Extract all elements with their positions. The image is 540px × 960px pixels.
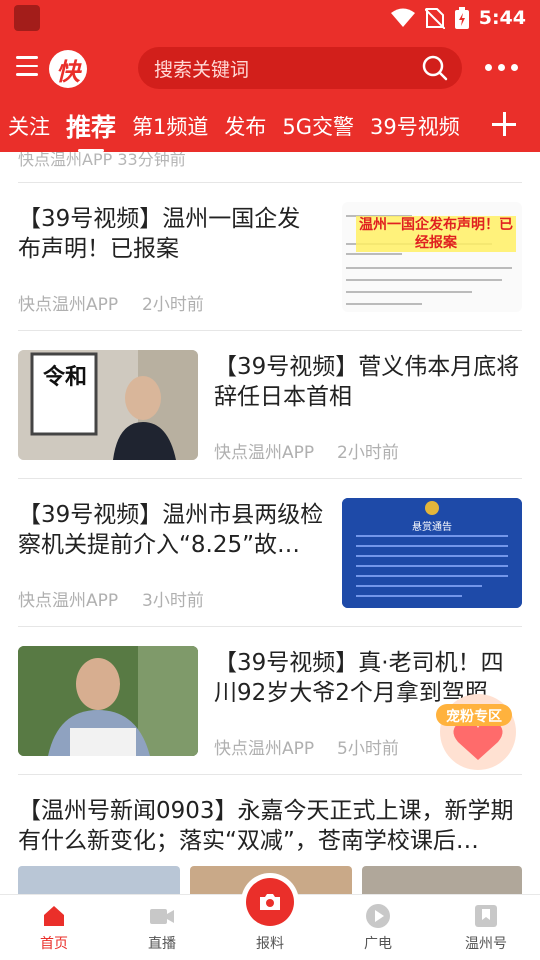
nav-home-label: 首页 (40, 936, 68, 952)
nav-home[interactable]: 首页 (0, 895, 108, 960)
divider (18, 478, 522, 479)
status-time: 5:44 (478, 7, 526, 29)
app-header: 快 搜索关键词 (0, 36, 540, 100)
tab-publish[interactable]: 发布 (224, 111, 266, 141)
no-sim-icon (424, 8, 445, 29)
divider (18, 774, 522, 775)
news-thumbnail: 温州一国企发布声明！已经报案 (342, 202, 522, 312)
app-notification-icon (14, 5, 40, 31)
report-camera-button[interactable] (246, 878, 294, 926)
wifi-icon (390, 8, 415, 27)
thumbnail-caption: 温州一国企发布声明！已经报案 (356, 216, 516, 252)
nav-report-label: 报料 (256, 936, 284, 952)
news-title: 【温州号新闻0903】永嘉今天正式上课，新学期有什么新变化；落实“双减”，苍南学… (18, 798, 514, 854)
news-title: 【39号视频】温州市县两级检察机关提前介入“8.25”故… (18, 502, 324, 558)
news-source: 快点温州APP (214, 739, 315, 759)
news-time: 3小时前 (142, 591, 204, 611)
play-icon (366, 904, 390, 928)
divider (18, 330, 522, 331)
partial-item-meta: 快点温州APP 33分钟前 (18, 152, 186, 169)
news-thumbnail (362, 866, 522, 894)
divider (18, 626, 522, 627)
divider (18, 182, 522, 183)
news-source: 快点温州APP (18, 591, 119, 611)
tab-follow[interactable]: 关注 (8, 111, 50, 141)
fan-zone-badge[interactable]: 宠粉专区 (434, 690, 518, 774)
bookmark-icon (475, 905, 497, 927)
more-icon[interactable] (485, 64, 518, 71)
news-thumbnail (18, 866, 180, 894)
nav-live-label: 直播 (148, 936, 176, 952)
news-thumbnail: 令和 (18, 350, 198, 460)
nav-broadcast-label: 广电 (364, 936, 392, 952)
news-time: 2小时前 (337, 443, 399, 463)
tab-channel-1[interactable]: 第1频道 (132, 111, 208, 141)
news-source: 快点温州APP (18, 295, 119, 315)
news-thumbnail (18, 646, 198, 756)
news-time: 5小时前 (337, 739, 399, 759)
nav-live[interactable]: 直播 (108, 895, 216, 960)
tab-recommend[interactable]: 推荐 (66, 108, 116, 152)
channel-tabs: 关注 推荐 第1频道 发布 5G交警 39号视频 (0, 100, 540, 152)
nav-broadcast[interactable]: 广电 (324, 895, 432, 960)
news-title: 【39号视频】温州一国企发布声明！已报案 (18, 206, 301, 262)
thumbnail-caption: 令和 (42, 365, 87, 390)
news-time: 2小时前 (142, 295, 204, 315)
news-feed[interactable]: 快点温州APP 33分钟前 【39号视频】温州一国企发布声明！已报案 快点温州A… (0, 152, 540, 894)
fan-zone-label: 宠粉专区 (446, 709, 502, 725)
news-source: 快点温州APP (214, 443, 315, 463)
thumbnail-caption: 悬赏通告 (412, 522, 452, 533)
tab-5g-traffic[interactable]: 5G交警 (282, 111, 354, 141)
battery-icon (454, 7, 469, 29)
add-channel-icon[interactable] (492, 112, 516, 136)
nav-wenzhou-account-label: 温州号 (465, 936, 507, 952)
nav-wenzhou-account[interactable]: 温州号 (432, 895, 540, 960)
camera-icon (260, 894, 280, 910)
menu-icon[interactable] (16, 56, 38, 76)
app-logo: 快 (49, 50, 87, 88)
search-icon[interactable] (422, 55, 448, 81)
search-placeholder: 搜索关键词 (154, 58, 250, 81)
status-bar: 5:44 (0, 0, 540, 36)
home-icon (44, 906, 64, 926)
news-title: 【39号视频】菅义伟本月底将辞任日本首相 (214, 354, 520, 410)
tab-39-video[interactable]: 39号视频 (370, 111, 460, 141)
news-thumbnail: 悬赏通告 (342, 498, 522, 608)
search-input[interactable]: 搜索关键词 (138, 47, 462, 89)
video-camera-icon (150, 909, 174, 924)
